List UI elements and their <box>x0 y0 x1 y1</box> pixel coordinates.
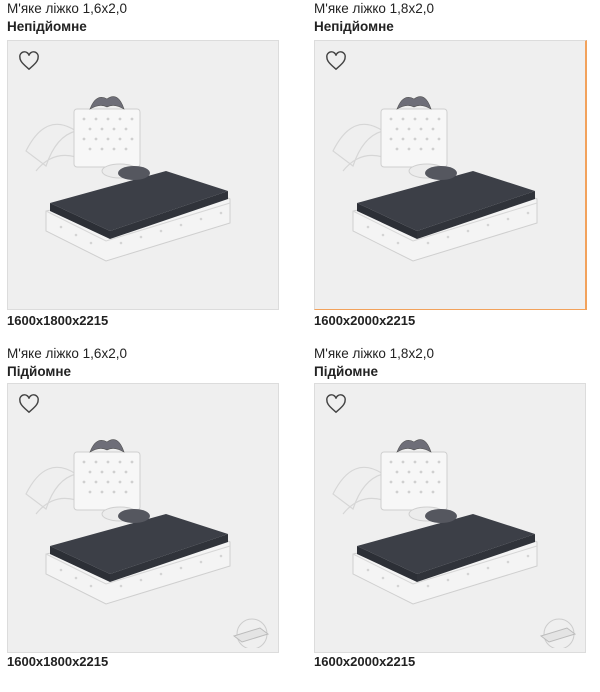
product-type: Непідйомне <box>314 19 394 34</box>
product-image[interactable] <box>7 40 279 310</box>
lift-mechanism-thumbnail <box>232 618 270 648</box>
bed-image <box>323 91 577 281</box>
bed-image <box>323 434 577 624</box>
product-size: 1600x1800x2215 <box>7 313 109 328</box>
lift-mechanism-thumbnail <box>539 618 577 648</box>
heart-outline-icon[interactable] <box>325 51 347 71</box>
heart-outline-icon[interactable] <box>18 51 40 71</box>
product-image[interactable] <box>314 40 587 310</box>
bed-image <box>16 91 270 281</box>
product-size: 1600x2000x2215 <box>314 313 416 328</box>
product-card[interactable]: М'яке ліжко 1,8х2,0 Підйомне 1600x2000x2… <box>314 345 586 669</box>
product-type: Непідйомне <box>7 19 87 34</box>
product-title[interactable]: М'яке ліжко 1,8х2,0 <box>314 0 586 18</box>
product-size: 1600x2000x2215 <box>314 654 416 669</box>
product-type: Підйомне <box>7 364 72 379</box>
product-image[interactable] <box>314 383 586 653</box>
product-card[interactable]: М'яке ліжко 1,6х2,0 Підйомне 1600x1800x2… <box>7 345 279 669</box>
product-title[interactable]: М'яке ліжко 1,8х2,0 <box>314 345 586 363</box>
product-size: 1600x1800x2215 <box>7 654 109 669</box>
bed-image <box>16 434 270 624</box>
heart-outline-icon[interactable] <box>18 394 40 414</box>
product-card[interactable]: М'яке ліжко 1,8х2,0 Непідйомне 1600x2000… <box>314 0 587 328</box>
product-type: Підйомне <box>314 364 379 379</box>
product-title[interactable]: М'яке ліжко 1,6х2,0 <box>7 0 279 18</box>
product-title[interactable]: М'яке ліжко 1,6х2,0 <box>7 345 279 363</box>
product-card[interactable]: М'яке ліжко 1,6х2,0 Непідйомне 1600x1800… <box>7 0 279 328</box>
product-image[interactable] <box>7 383 279 653</box>
heart-outline-icon[interactable] <box>325 394 347 414</box>
